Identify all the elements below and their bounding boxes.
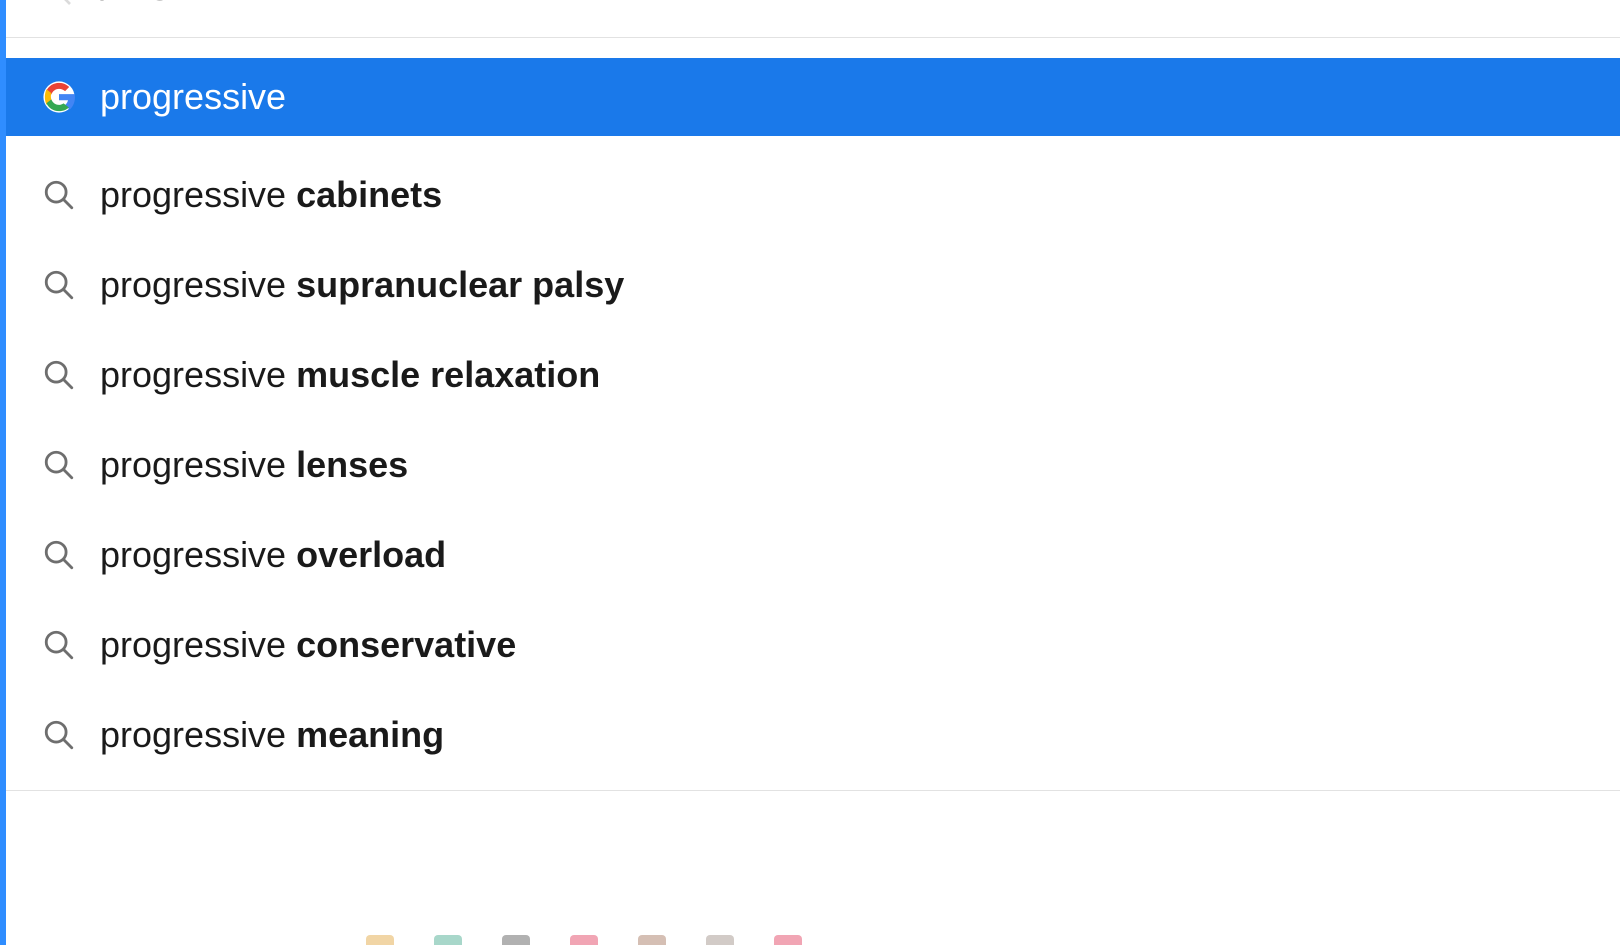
suggestion-item[interactable]: progressive [6, 58, 1620, 136]
suggestion-prefix: progressive [100, 76, 286, 117]
suggestion-item[interactable]: progressive supranuclear palsy [6, 240, 1620, 330]
suggestion-text: progressive supranuclear palsy [100, 264, 624, 306]
suggestion-prefix: progressive [100, 354, 296, 395]
suggestion-prefix: progressive [100, 534, 296, 575]
suggestion-completion: muscle relaxation [296, 354, 600, 395]
suggestion-text: progressive muscle relaxation [100, 354, 600, 396]
search-icon [42, 268, 76, 302]
suggestion-completion: supranuclear palsy [296, 264, 624, 305]
suggestion-prefix: progressive [100, 624, 296, 665]
search-icon [42, 628, 76, 662]
suggestion-item[interactable]: progressive lenses [6, 420, 1620, 510]
search-icon [42, 718, 76, 752]
address-bar-value: progressive [98, 0, 284, 2]
suggestion-list: progressive progressive cabinets progres… [6, 38, 1620, 780]
address-bar-input-row[interactable]: progressive [6, 0, 1620, 38]
search-icon [42, 448, 76, 482]
suggestion-list-footer-divider [6, 790, 1620, 860]
suggestion-completion: lenses [296, 444, 408, 485]
suggestion-completion: cabinets [296, 174, 442, 215]
google-icon [42, 80, 76, 114]
suggestion-item[interactable]: progressive conservative [6, 600, 1620, 690]
suggestion-text: progressive cabinets [100, 174, 442, 216]
suggestion-text: progressive [100, 76, 286, 118]
suggestion-item[interactable]: progressive meaning [6, 690, 1620, 780]
suggestion-completion: meaning [296, 714, 444, 755]
suggestion-completion: overload [296, 534, 446, 575]
search-icon [42, 538, 76, 572]
address-bar-suggestion-dropdown: progressive progressive progressive cabi… [0, 0, 1620, 945]
suggestion-text: progressive conservative [100, 624, 516, 666]
suggestion-text: progressive overload [100, 534, 446, 576]
cutoff-bottom-icons [6, 935, 1620, 945]
suggestion-item[interactable]: progressive muscle relaxation [6, 330, 1620, 420]
suggestion-item[interactable]: progressive cabinets [6, 150, 1620, 240]
suggestion-text: progressive meaning [100, 714, 444, 756]
suggestion-prefix: progressive [100, 444, 296, 485]
suggestion-text: progressive lenses [100, 444, 408, 486]
search-icon [42, 178, 76, 212]
search-icon [42, 358, 76, 392]
suggestion-prefix: progressive [100, 174, 296, 215]
suggestion-prefix: progressive [100, 714, 296, 755]
search-icon [42, 0, 74, 8]
suggestion-completion: conservative [296, 624, 516, 665]
suggestion-item[interactable]: progressive overload [6, 510, 1620, 600]
suggestion-prefix: progressive [100, 264, 296, 305]
